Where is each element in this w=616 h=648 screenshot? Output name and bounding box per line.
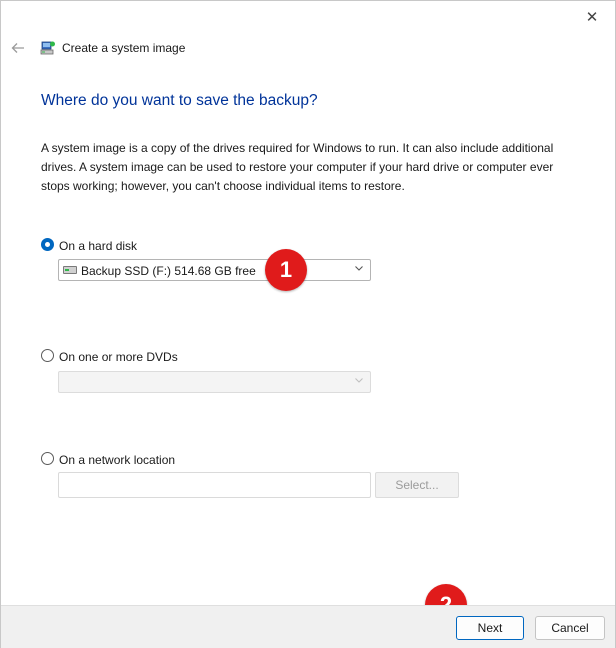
network-radio[interactable] [41,452,54,465]
chevron-down-icon [354,263,364,273]
close-button[interactable]: ✕ [569,1,615,33]
annotation-badge-1: 1 [265,249,307,291]
hard-disk-dropdown[interactable]: Backup SSD (F:) 514.68 GB free [58,259,371,281]
navigation-bar: Create a system image [1,33,615,63]
page-heading: Where do you want to save the backup? [41,92,318,109]
dvd-label[interactable]: On one or more DVDs [59,350,178,364]
hard-disk-radio[interactable] [41,238,54,251]
dvd-radio[interactable] [41,349,54,362]
hard-drive-icon [63,266,77,274]
dvd-dropdown[interactable] [58,371,371,393]
select-network-button[interactable]: Select... [375,472,459,498]
window-title: Create a system image [62,41,186,55]
next-button[interactable]: Next [456,616,524,640]
close-icon: ✕ [585,9,599,26]
chevron-down-icon [354,375,364,385]
cancel-button[interactable]: Cancel [535,616,605,640]
dialog-footer: Next Cancel [1,605,615,648]
hard-disk-selected-drive: Backup SSD (F:) 514.68 GB free [81,264,256,278]
back-button[interactable] [9,39,27,57]
hard-disk-label[interactable]: On a hard disk [59,239,137,253]
create-system-image-window: ✕ Create a system image Where do you wan… [0,0,616,648]
network-label[interactable]: On a network location [59,453,175,467]
page-description: A system image is a copy of the drives r… [41,141,554,193]
network-path-input[interactable] [58,472,371,498]
system-image-icon [40,40,56,56]
title-bar: ✕ [1,1,615,33]
arrow-left-icon [11,43,24,53]
